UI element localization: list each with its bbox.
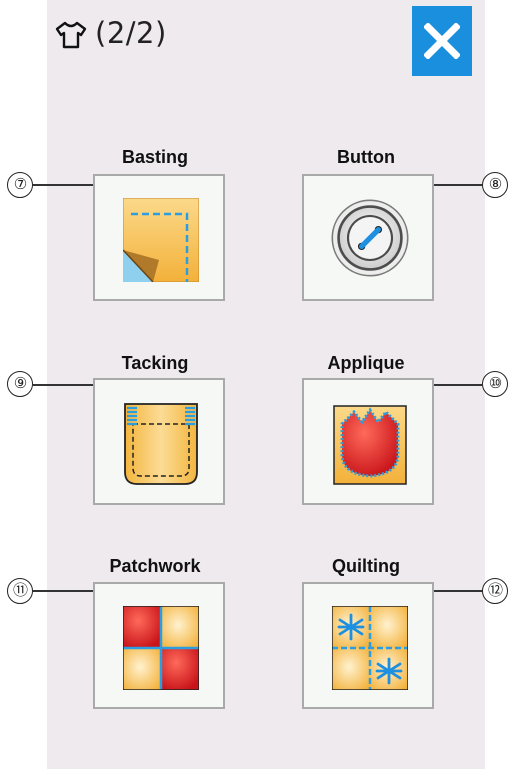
callout-12: ⑫ (482, 578, 508, 604)
button-button[interactable] (302, 174, 434, 301)
shirt-icon (55, 21, 87, 49)
applique-icon (333, 405, 407, 485)
label-basting: Basting (121, 147, 188, 167)
page-indicator: (2/2) (95, 16, 167, 50)
basting-icon (123, 198, 199, 282)
button-icon (331, 199, 409, 277)
close-icon (424, 23, 460, 59)
label-patchwork: Patchwork (109, 556, 201, 576)
callout-8: ⑧ (482, 172, 508, 198)
tacking-button[interactable] (93, 378, 225, 505)
close-button[interactable] (412, 6, 472, 76)
basting-button[interactable] (93, 174, 225, 301)
label-tacking: Tacking (121, 353, 189, 373)
callout-11: ⑪ (7, 578, 33, 604)
tacking-icon (124, 403, 198, 485)
patchwork-button[interactable] (93, 582, 225, 709)
applique-button[interactable] (302, 378, 434, 505)
label-button: Button (337, 147, 395, 167)
label-quilting: Quilting (332, 556, 400, 576)
quilting-icon (332, 606, 408, 690)
callout-9: ⑨ (7, 371, 33, 397)
quilting-button[interactable] (302, 582, 434, 709)
label-applique: Applique (327, 353, 405, 373)
callout-10: ⑩ (482, 371, 508, 397)
patchwork-icon (123, 606, 199, 690)
callout-7: ⑦ (7, 172, 33, 198)
